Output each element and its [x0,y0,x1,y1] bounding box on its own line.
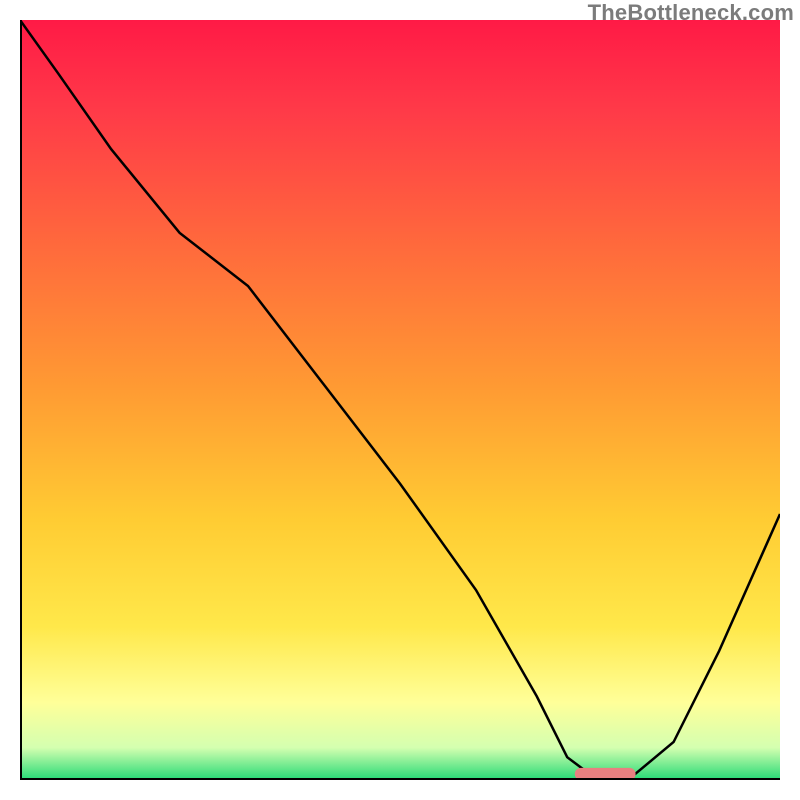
plot-area [20,20,780,780]
x-axis [20,778,780,780]
y-axis [20,20,22,780]
marker-layer [20,20,780,780]
chart-frame: TheBottleneck.com [0,0,800,800]
